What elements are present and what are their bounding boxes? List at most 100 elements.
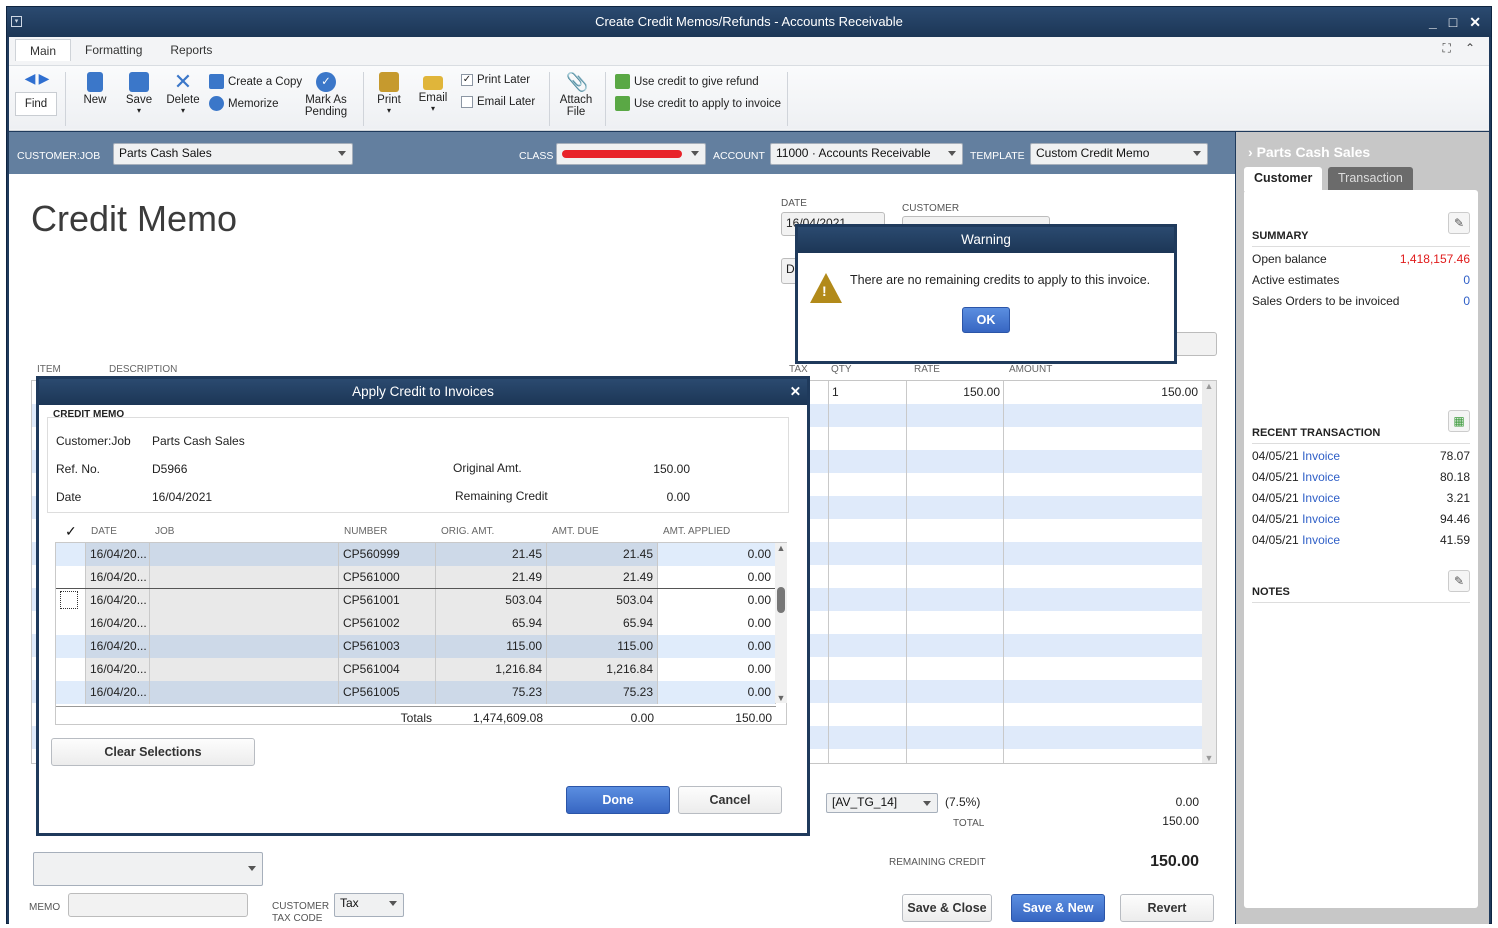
save-close-button[interactable]: Save & Close [902,894,992,922]
line-rate[interactable]: 150.00 [912,385,1000,399]
use-credit-apply-button[interactable]: Use credit to apply to invoice [615,96,781,111]
apply-checkbox[interactable] [56,543,86,566]
prev-arrow-icon[interactable]: ◀ [25,70,36,86]
item-grid-scrollbar[interactable]: ▲ ▼ [1202,381,1216,763]
copy-icon [209,74,224,89]
print-later-checkbox[interactable]: ✓ Print Later [461,74,530,86]
save-new-button[interactable]: Save & New [1011,894,1105,922]
email-later-checkbox[interactable]: Email Later [461,96,535,108]
collapse-ribbon-icon[interactable]: ⌃ [1465,41,1475,56]
apply-checkbox[interactable] [56,589,86,612]
next-arrow-icon[interactable]: ▶ [39,70,50,86]
apply-checkbox[interactable] [56,566,86,589]
apply-cell-applied[interactable]: 0.00 [658,543,776,566]
clear-selections-button[interactable]: Clear Selections [51,738,255,766]
sales-orders-value[interactable]: 0 [1463,294,1470,308]
close-icon[interactable]: ✕ [790,379,801,405]
ok-button[interactable]: OK [962,307,1010,333]
done-button[interactable]: Done [566,786,670,814]
apply-col-header[interactable]: ✓ [65,523,77,540]
apply-checkbox[interactable] [56,681,86,704]
edit-pencil-icon[interactable]: ✎ [1448,212,1470,234]
save-button[interactable]: Save ▾ [121,72,157,115]
apply-checkbox[interactable] [56,612,86,635]
apply-checkbox[interactable] [56,635,86,658]
use-credit-refund-button[interactable]: Use credit to give refund [615,74,759,89]
apply-cell-applied[interactable]: 0.00 [658,658,776,681]
print-later-check-icon[interactable]: ✓ [461,74,473,86]
attach-file-button[interactable]: 📎 Attach File [557,72,595,118]
line-qty[interactable]: 1 [832,385,839,399]
apply-cell-orig: 75.23 [436,681,547,704]
transaction-link[interactable]: Invoice [1302,512,1340,526]
apply-row[interactable]: 16/04/20... CP561000 21.49 21.49 0.00 [56,566,776,589]
apply-checkbox[interactable] [56,658,86,681]
memo-label: MEMO [29,902,61,913]
recent-transaction-row: 04/05/21 Invoice 80.18 [1252,470,1470,484]
system-menu-icon[interactable]: ▾ [11,16,22,27]
minimize-icon[interactable]: _ [1429,7,1437,37]
apply-col-header[interactable]: JOB [155,526,174,537]
apply-cell-number: CP561000 [339,566,436,589]
notes-edit-icon[interactable]: ✎ [1448,570,1470,592]
apply-row[interactable]: 16/04/20... CP561005 75.23 75.23 0.00 [56,681,776,704]
email-button[interactable]: Email ▾ [415,72,451,113]
sidebar-tab-customer[interactable]: Customer [1244,167,1323,191]
cancel-button[interactable]: Cancel [678,786,782,814]
apply-cell-applied[interactable]: 0.00 [658,589,776,612]
apply-grid-scrollbar[interactable]: ▲ ▼ [775,543,787,703]
print-button[interactable]: Print ▾ [371,72,407,115]
apply-cell-number: CP560999 [339,543,436,566]
apply-row[interactable]: 16/04/20... CP561002 65.94 65.94 0.00 [56,612,776,635]
revert-button[interactable]: Revert [1120,894,1214,922]
apply-cell-applied[interactable]: 0.00 [658,635,776,658]
tab-reports[interactable]: Reports [156,39,226,61]
apply-col-header[interactable]: AMT. DUE [552,526,599,537]
email-later-check-box[interactable] [461,96,473,108]
focus-checkbox[interactable] [60,591,78,609]
memorize-button[interactable]: Memorize [209,96,278,111]
memo-field[interactable] [68,893,248,917]
mark-as-pending-button[interactable]: ✓ Mark As Pending [301,72,351,118]
account-dropdown[interactable]: 11000 · Accounts Receivable [770,143,963,165]
report-icon[interactable]: ▦ [1448,410,1470,432]
open-balance-value[interactable]: 1,418,157.46 [1400,252,1470,266]
apply-row[interactable]: 16/04/20... CP561004 1,216.84 1,216.84 0.00 [56,658,776,681]
customer-tax-code-dropdown[interactable]: Tax [334,893,404,917]
apply-col-header[interactable]: AMT. APPLIED [663,526,730,537]
sidebar-tab-transaction[interactable]: Transaction [1328,167,1413,191]
apply-row[interactable]: 16/04/20... CP561003 115.00 115.00 0.00 [56,635,776,658]
transaction-link[interactable]: Invoice [1302,533,1340,547]
apply-cell-orig: 21.45 [436,543,547,566]
apply-row[interactable]: 16/04/20... CP561001 503.04 503.04 0.00 [56,588,777,613]
delete-button[interactable]: ✕ Delete ▾ [163,71,203,116]
apply-row[interactable]: 16/04/20... CP560999 21.45 21.45 0.00 [56,543,776,566]
new-button[interactable]: New [77,72,113,106]
apply-cell-applied[interactable]: 0.00 [658,681,776,704]
create-copy-button[interactable]: Create a Copy [209,74,302,89]
maximize-icon[interactable]: □ [1449,7,1457,37]
close-icon[interactable]: ✕ [1469,7,1481,37]
class-label: CLASS [519,150,554,162]
customer-job-dropdown[interactable]: Parts Cash Sales [113,143,353,165]
tax-code-dropdown[interactable]: [AV_TG_14] [826,793,938,813]
transaction-link[interactable]: Invoice [1302,491,1340,505]
line-amount[interactable]: 150.00 [1012,385,1198,399]
template-dropdown[interactable]: Custom Credit Memo [1030,143,1208,165]
find-button[interactable]: Find [15,92,57,116]
tab-main[interactable]: Main [15,39,72,61]
apply-col-header[interactable]: ORIG. AMT. [441,526,494,537]
tab-formatting[interactable]: Formatting [71,39,156,61]
customer-message-dropdown[interactable] [33,852,263,886]
active-estimates-value[interactable]: 0 [1463,273,1470,287]
transaction-link[interactable]: Invoice [1302,449,1340,463]
class-dropdown[interactable] [556,143,706,165]
apply-col-header[interactable]: NUMBER [344,526,387,537]
apply-cell-applied[interactable]: 0.00 [658,612,776,635]
scroll-thumb[interactable] [777,587,785,613]
apply-col-header[interactable]: DATE [91,526,117,537]
sidebar-header[interactable]: › Parts Cash Sales [1248,144,1370,160]
apply-cell-applied[interactable]: 0.00 [658,566,776,589]
transaction-link[interactable]: Invoice [1302,470,1340,484]
expand-icon[interactable]: ⛶ [1443,41,1451,56]
